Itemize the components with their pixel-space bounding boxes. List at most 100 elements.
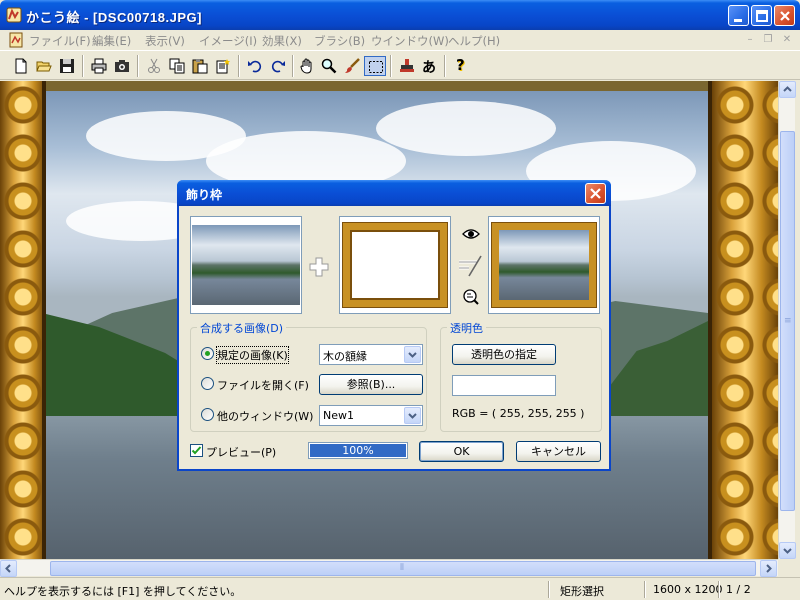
wood-frame-thumbnail	[343, 223, 447, 307]
toolbar-separator	[390, 55, 392, 77]
menu-brush[interactable]: ブラシ(B)	[314, 33, 365, 49]
toolbar-separator	[444, 55, 446, 77]
zoom-tool-button[interactable]	[318, 56, 340, 76]
preview-label[interactable]: プレビュー(P)	[206, 444, 276, 460]
stamp-tool-button[interactable]	[396, 56, 418, 76]
progress-bar: 100%	[308, 442, 408, 459]
plus-icon	[308, 256, 330, 281]
preset-image-label[interactable]: 規定の画像(K)	[216, 346, 289, 364]
toolbar-separator	[238, 55, 240, 77]
menu-file[interactable]: ファイル(F)	[29, 33, 91, 49]
paste-button[interactable]	[189, 56, 211, 76]
open-file-label[interactable]: ファイルを開く(F)	[217, 377, 309, 393]
other-window-radio[interactable]	[201, 408, 214, 421]
print-icon	[91, 58, 107, 74]
mdi-minimize-icon[interactable]: –	[744, 34, 756, 46]
status-bar: ヘルプを表示するには [F1] を押してください。 矩形選択 1600 x 12…	[0, 577, 800, 600]
other-window-label[interactable]: 他のウィンドウ(W)	[217, 408, 313, 424]
transparent-color-button[interactable]: 透明色の指定	[452, 344, 556, 365]
new-button[interactable]	[10, 56, 32, 76]
window-select[interactable]: New1	[319, 405, 423, 426]
zoom-preview-icon[interactable]	[462, 288, 480, 309]
status-separator	[718, 581, 720, 598]
mdi-close-icon[interactable]: ✕	[781, 34, 793, 46]
scroll-right-button[interactable]	[760, 560, 777, 577]
cloud	[376, 101, 556, 156]
vertical-scrollbar[interactable]: ≡	[778, 81, 796, 559]
menu-window[interactable]: ウインドウ(W)	[371, 33, 449, 49]
close-button[interactable]	[774, 5, 795, 26]
transparent-color-group: 透明色 透明色の指定 RGB = ( 255, 255, 255 )	[440, 320, 602, 432]
rect-select-tool-button[interactable]	[364, 56, 386, 76]
hand-tool-button[interactable]	[296, 56, 318, 76]
maximize-button[interactable]	[751, 5, 772, 26]
horizontal-scrollbar[interactable]: ⦀	[0, 559, 778, 577]
brush-tool-button[interactable]	[341, 56, 363, 76]
preview-checkbox[interactable]	[190, 444, 203, 457]
arrow-right-icon	[766, 564, 772, 573]
status-separator	[548, 581, 550, 598]
document-icon[interactable]	[8, 32, 24, 48]
preset-image-radio[interactable]	[201, 347, 214, 360]
menu-view[interactable]: 表示(V)	[145, 33, 185, 49]
status-help-text: ヘルプを表示するには [F1] を押してください。	[4, 585, 242, 598]
text-tool-button[interactable]: あ	[419, 56, 441, 76]
menu-help[interactable]: ヘルプ(H)	[448, 33, 500, 49]
open-file-radio[interactable]	[201, 377, 214, 390]
app-icon[interactable]	[6, 7, 22, 23]
copy-button[interactable]	[166, 56, 188, 76]
window-dropdown-button[interactable]	[404, 407, 421, 424]
frame-edge	[42, 81, 46, 559]
chevron-down-icon	[408, 413, 417, 419]
paste-new-button[interactable]	[212, 56, 234, 76]
scroll-thumb-horizontal[interactable]: ⦀	[50, 561, 756, 576]
save-button[interactable]	[56, 56, 78, 76]
scroll-thumb-vertical[interactable]: ≡	[780, 131, 795, 511]
dialog-title: 飾り枠	[186, 188, 223, 202]
toolbar-separator	[82, 55, 84, 77]
menu-edit[interactable]: 編集(E)	[92, 33, 131, 49]
ok-button[interactable]: OK	[419, 441, 504, 462]
hand-icon	[300, 58, 312, 74]
frame-preview	[339, 216, 451, 314]
brush-icon	[345, 58, 360, 73]
close-icon	[590, 188, 601, 199]
cancel-button[interactable]: キャンセル	[516, 441, 601, 462]
print-button[interactable]	[88, 56, 110, 76]
browse-button[interactable]: 参照(B)...	[319, 374, 423, 395]
scroll-down-button[interactable]	[779, 542, 796, 559]
source-thumbnail	[192, 225, 300, 305]
scroll-left-button[interactable]	[0, 560, 17, 577]
dialog-close-button[interactable]	[585, 183, 606, 204]
size-grip[interactable]	[778, 559, 795, 576]
menu-effects[interactable]: 効果(X)	[262, 33, 302, 49]
eye-icon[interactable]	[462, 226, 480, 245]
mdi-restore-icon[interactable]: ❐	[762, 34, 774, 46]
status-mode: 矩形選択	[560, 585, 604, 598]
open-button[interactable]	[33, 56, 55, 76]
preset-dropdown-button[interactable]	[404, 346, 421, 363]
check-icon	[191, 446, 202, 455]
close-icon	[780, 11, 790, 21]
frame-border-right	[712, 81, 778, 559]
cut-button[interactable]	[143, 56, 165, 76]
menu-image[interactable]: イメージ(I)	[199, 33, 257, 49]
rect-select-icon	[369, 61, 383, 73]
frame-dialog: 飾り枠 合成する画像(D) 規定の画像(K) 木の額縁 ファイルを開く(F) 参…	[177, 180, 611, 471]
undo-button[interactable]	[244, 56, 266, 76]
help-icon: ?	[456, 56, 465, 74]
redo-button[interactable]	[267, 56, 289, 76]
minimize-button[interactable]	[728, 5, 749, 26]
transparent-group-label: 透明色	[447, 320, 486, 336]
capture-button[interactable]	[111, 56, 133, 76]
text-icon: あ	[422, 60, 436, 76]
cut-icon	[148, 58, 160, 73]
paste-new-icon	[216, 59, 230, 74]
status-separator	[644, 581, 646, 598]
preset-select[interactable]: 木の額縁	[319, 344, 423, 365]
new-icon	[15, 58, 27, 74]
scroll-up-button[interactable]	[779, 81, 796, 98]
help-button[interactable]: ?	[450, 56, 472, 76]
toolbar-separator	[292, 55, 294, 77]
redo-icon	[271, 60, 285, 73]
